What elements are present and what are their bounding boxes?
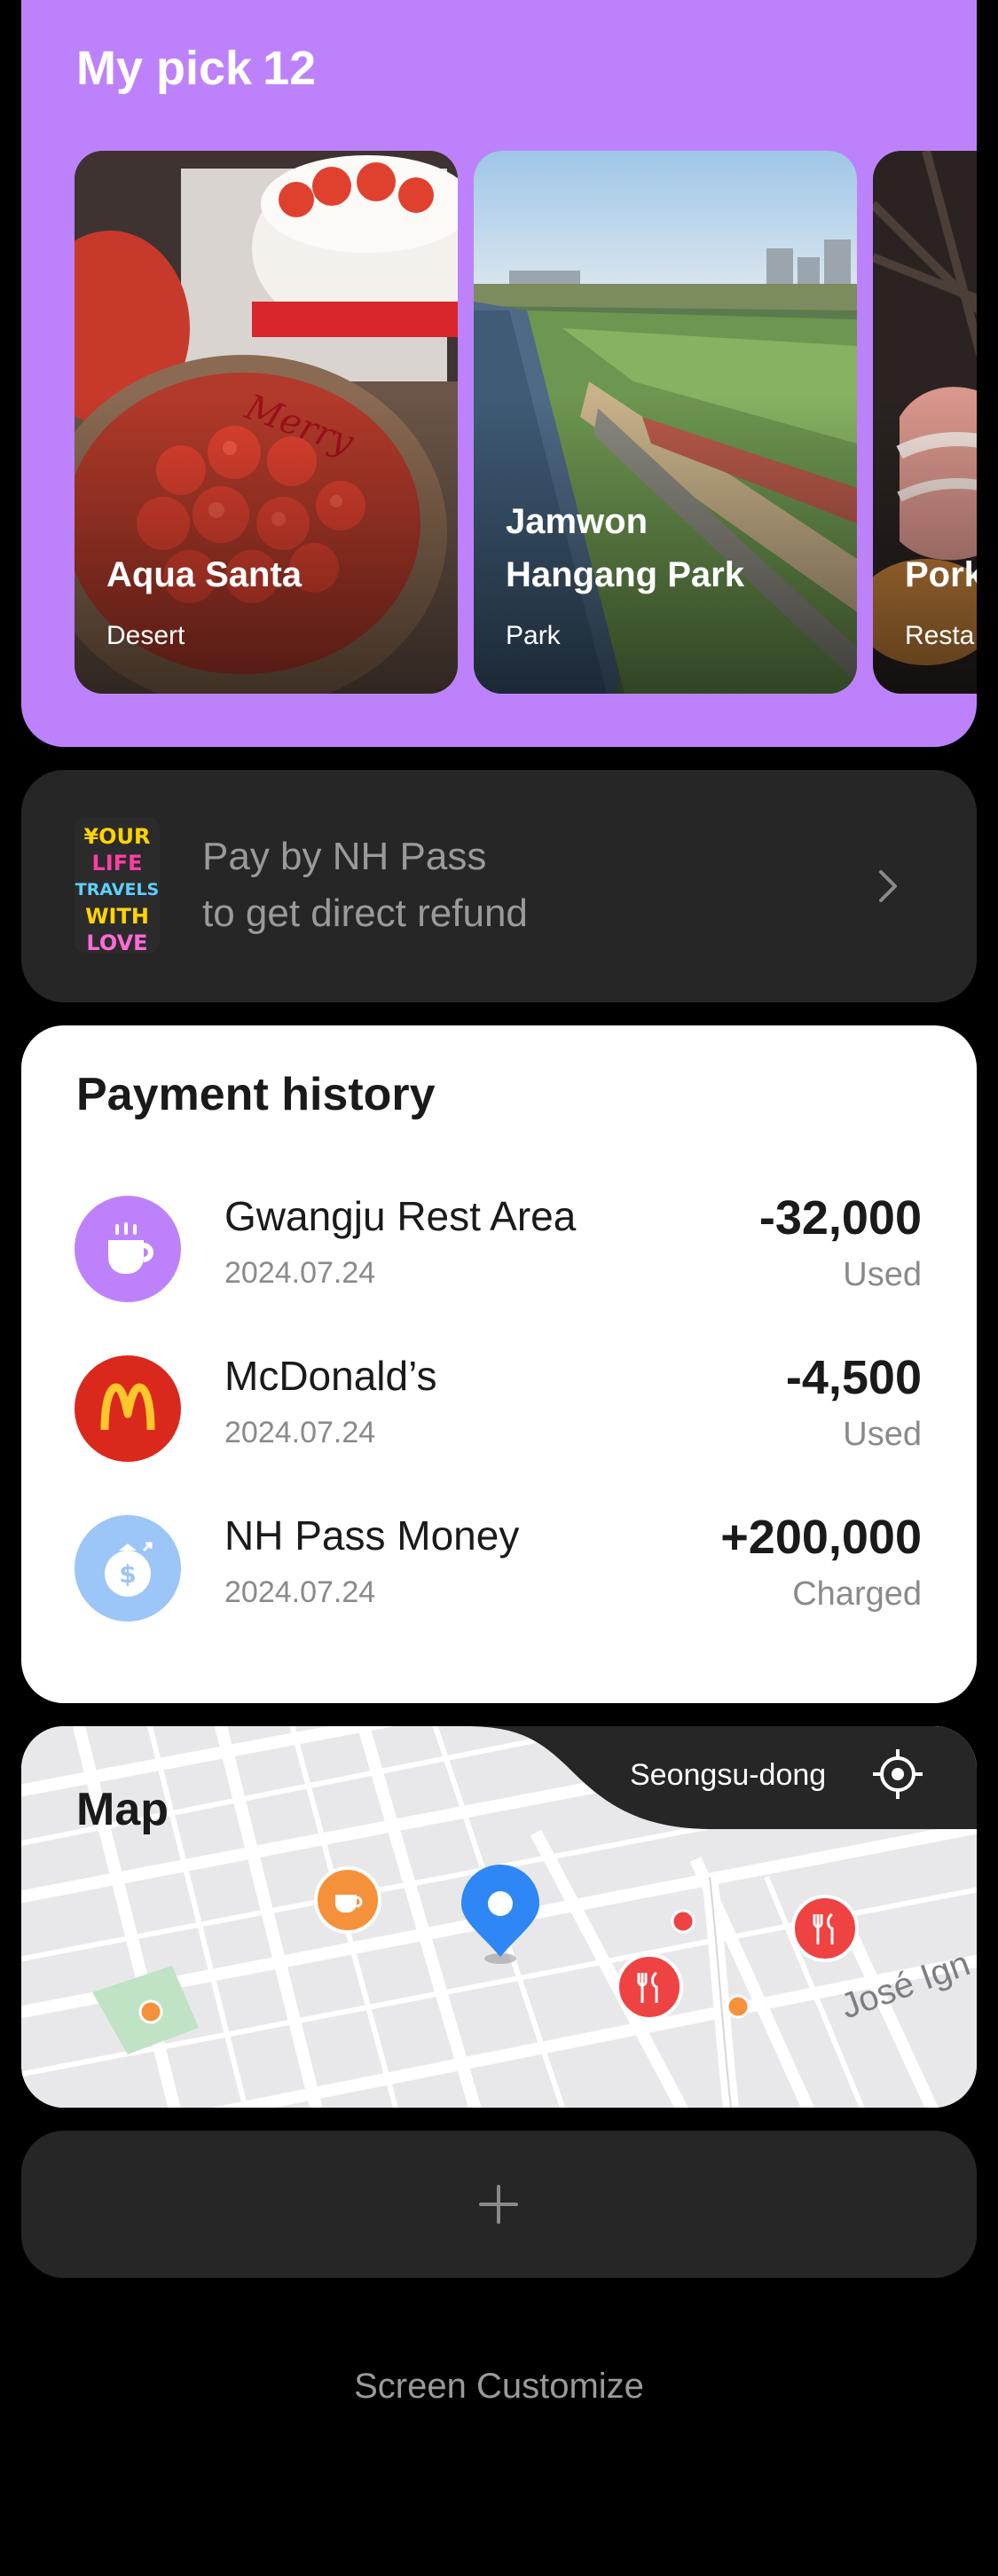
map-widget[interactable]: José Ign Map Seongsu-dong xyxy=(21,1726,977,2108)
payment-merchant: NH Pass Money xyxy=(224,1512,520,1559)
card-category: Desert xyxy=(106,621,185,650)
small-orange-dot-icon[interactable] xyxy=(137,1998,165,2026)
payment-date: 2024.07.24 xyxy=(224,1416,376,1449)
nh-banner-line2: to get direct refund xyxy=(202,891,528,935)
payment-status: Used xyxy=(843,1256,922,1293)
pick-card-aqua-santa[interactable]: Merry Aqua Santa Desert xyxy=(75,151,458,694)
card-category: Resta xyxy=(905,621,975,650)
small-red-dot-icon[interactable] xyxy=(669,1907,697,1936)
payment-row[interactable]: $ NH Pass Money 2024.07.24 +200,000 Char… xyxy=(21,1506,977,1630)
nh-card-line: LIFE xyxy=(91,851,143,876)
card-name: Jamwon Hangang Park xyxy=(506,502,744,594)
payment-merchant: Gwangju Rest Area xyxy=(224,1193,577,1239)
add-widget-button[interactable] xyxy=(21,2131,977,2278)
coffee-cup-icon xyxy=(75,1196,181,1302)
payment-date: 2024.07.24 xyxy=(224,1575,376,1609)
payment-amount: +200,000 xyxy=(720,1511,922,1564)
my-pick-title-text: My pick xyxy=(76,42,253,95)
cafe-pin-icon[interactable] xyxy=(312,1865,383,1936)
payment-history-title: Payment history xyxy=(76,1069,436,1120)
map-title: Map xyxy=(76,1784,169,1835)
svg-text:$: $ xyxy=(119,1559,136,1589)
pick-card-pork[interactable]: Pork Resta xyxy=(873,151,977,694)
card-shade xyxy=(474,151,857,694)
current-location-pin-icon xyxy=(461,1865,539,1964)
nh-card-line: TRAVELS xyxy=(75,880,160,899)
payment-history-widget: Payment history Gwangju Rest Area 2024.0… xyxy=(21,1025,977,1703)
plus-icon xyxy=(479,2185,518,2224)
payment-date: 2024.07.24 xyxy=(224,1256,376,1290)
restaurant-pin-icon[interactable] xyxy=(790,1893,860,1964)
card-shade xyxy=(873,151,977,694)
payment-row[interactable]: McDonald’s 2024.07.24 -4,500 Used xyxy=(21,1347,977,1471)
location-label: Seongsu-dong xyxy=(630,1758,827,1792)
payment-merchant: McDonald’s xyxy=(224,1353,437,1399)
pick-card-jamwon-hangang-park[interactable]: Jamwon Hangang Park Park xyxy=(474,151,857,694)
screen-customize-button[interactable]: Screen Customize xyxy=(0,2367,998,2407)
payment-amount: -4,500 xyxy=(785,1351,922,1404)
card-name: Aqua Santa xyxy=(106,555,303,594)
card-category: Park xyxy=(506,621,561,650)
restaurant-pin-icon[interactable] xyxy=(614,1952,685,2022)
nh-banner-text: Pay by NH Pass to get direct refund xyxy=(202,829,528,942)
payment-row[interactable]: Gwangju Rest Area 2024.07.24 -32,000 Use… xyxy=(21,1187,977,1311)
nh-pass-banner[interactable]: ¥OUR LIFE TRAVELS WITH LOVE Pay by NH Pa… xyxy=(21,770,977,1002)
mcdonalds-logo-icon xyxy=(75,1355,181,1462)
payment-amount: -32,000 xyxy=(758,1191,922,1245)
payment-status: Used xyxy=(843,1416,922,1453)
small-orange-dot-icon[interactable] xyxy=(724,1992,752,2021)
card-shade xyxy=(75,151,458,694)
my-pick-widget: My pick12 Merry Aqua Santa xyxy=(21,0,977,747)
chevron-right-icon xyxy=(879,870,897,902)
my-pick-count: 12 xyxy=(263,42,317,95)
payment-status: Charged xyxy=(792,1575,922,1613)
money-bag-icon: $ xyxy=(75,1515,181,1622)
nh-pass-card-image: ¥OUR LIFE TRAVELS WITH LOVE xyxy=(75,818,160,953)
my-pick-title: My pick 12 xyxy=(76,41,316,96)
locate-me-icon[interactable] xyxy=(871,1747,924,1801)
nh-card-line: ¥OUR xyxy=(83,824,151,849)
card-name: Pork xyxy=(905,555,977,594)
nh-card-line: WITH xyxy=(85,904,149,929)
nh-card-line: LOVE xyxy=(86,931,148,953)
nh-banner-line1: Pay by NH Pass xyxy=(202,835,487,878)
